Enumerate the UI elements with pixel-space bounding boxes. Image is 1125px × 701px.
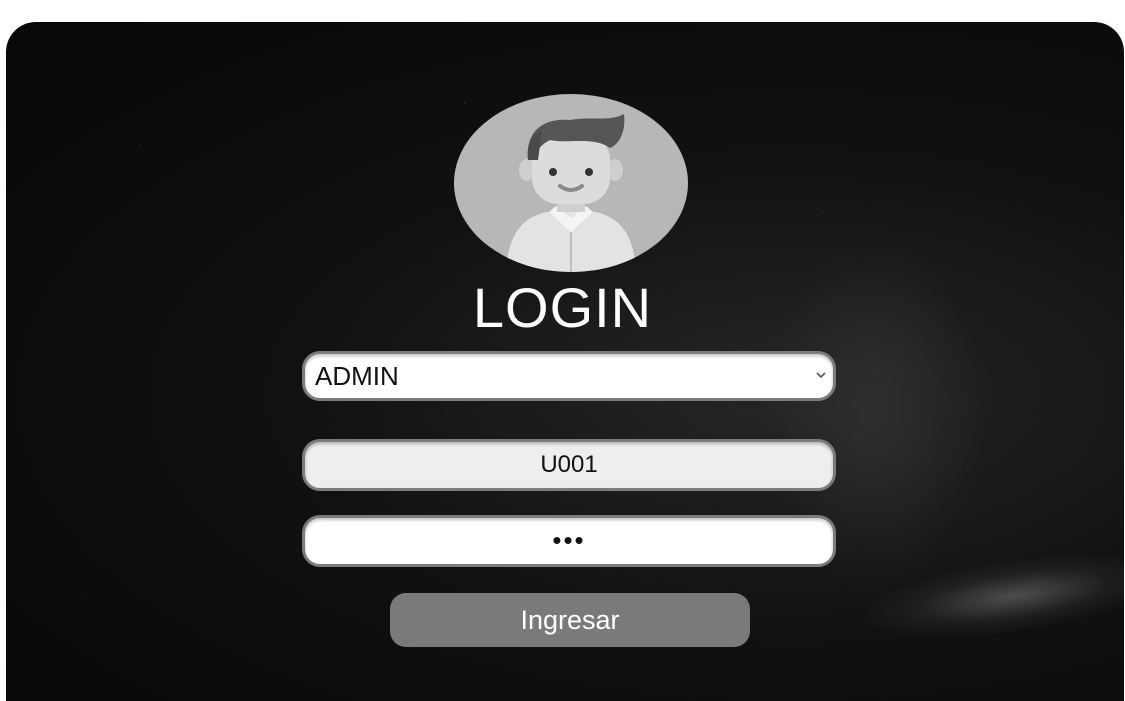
chevron-down-icon — [816, 372, 826, 379]
login-submit-button[interactable]: Ingresar — [390, 593, 750, 647]
role-select[interactable]: ADMIN — [302, 351, 836, 401]
login-title: LOGIN — [472, 276, 653, 339]
username-input[interactable]: U001 — [302, 439, 836, 491]
user-avatar-icon — [454, 94, 688, 272]
role-select-value: ADMIN — [315, 361, 399, 391]
password-input[interactable]: ••• — [302, 515, 836, 567]
